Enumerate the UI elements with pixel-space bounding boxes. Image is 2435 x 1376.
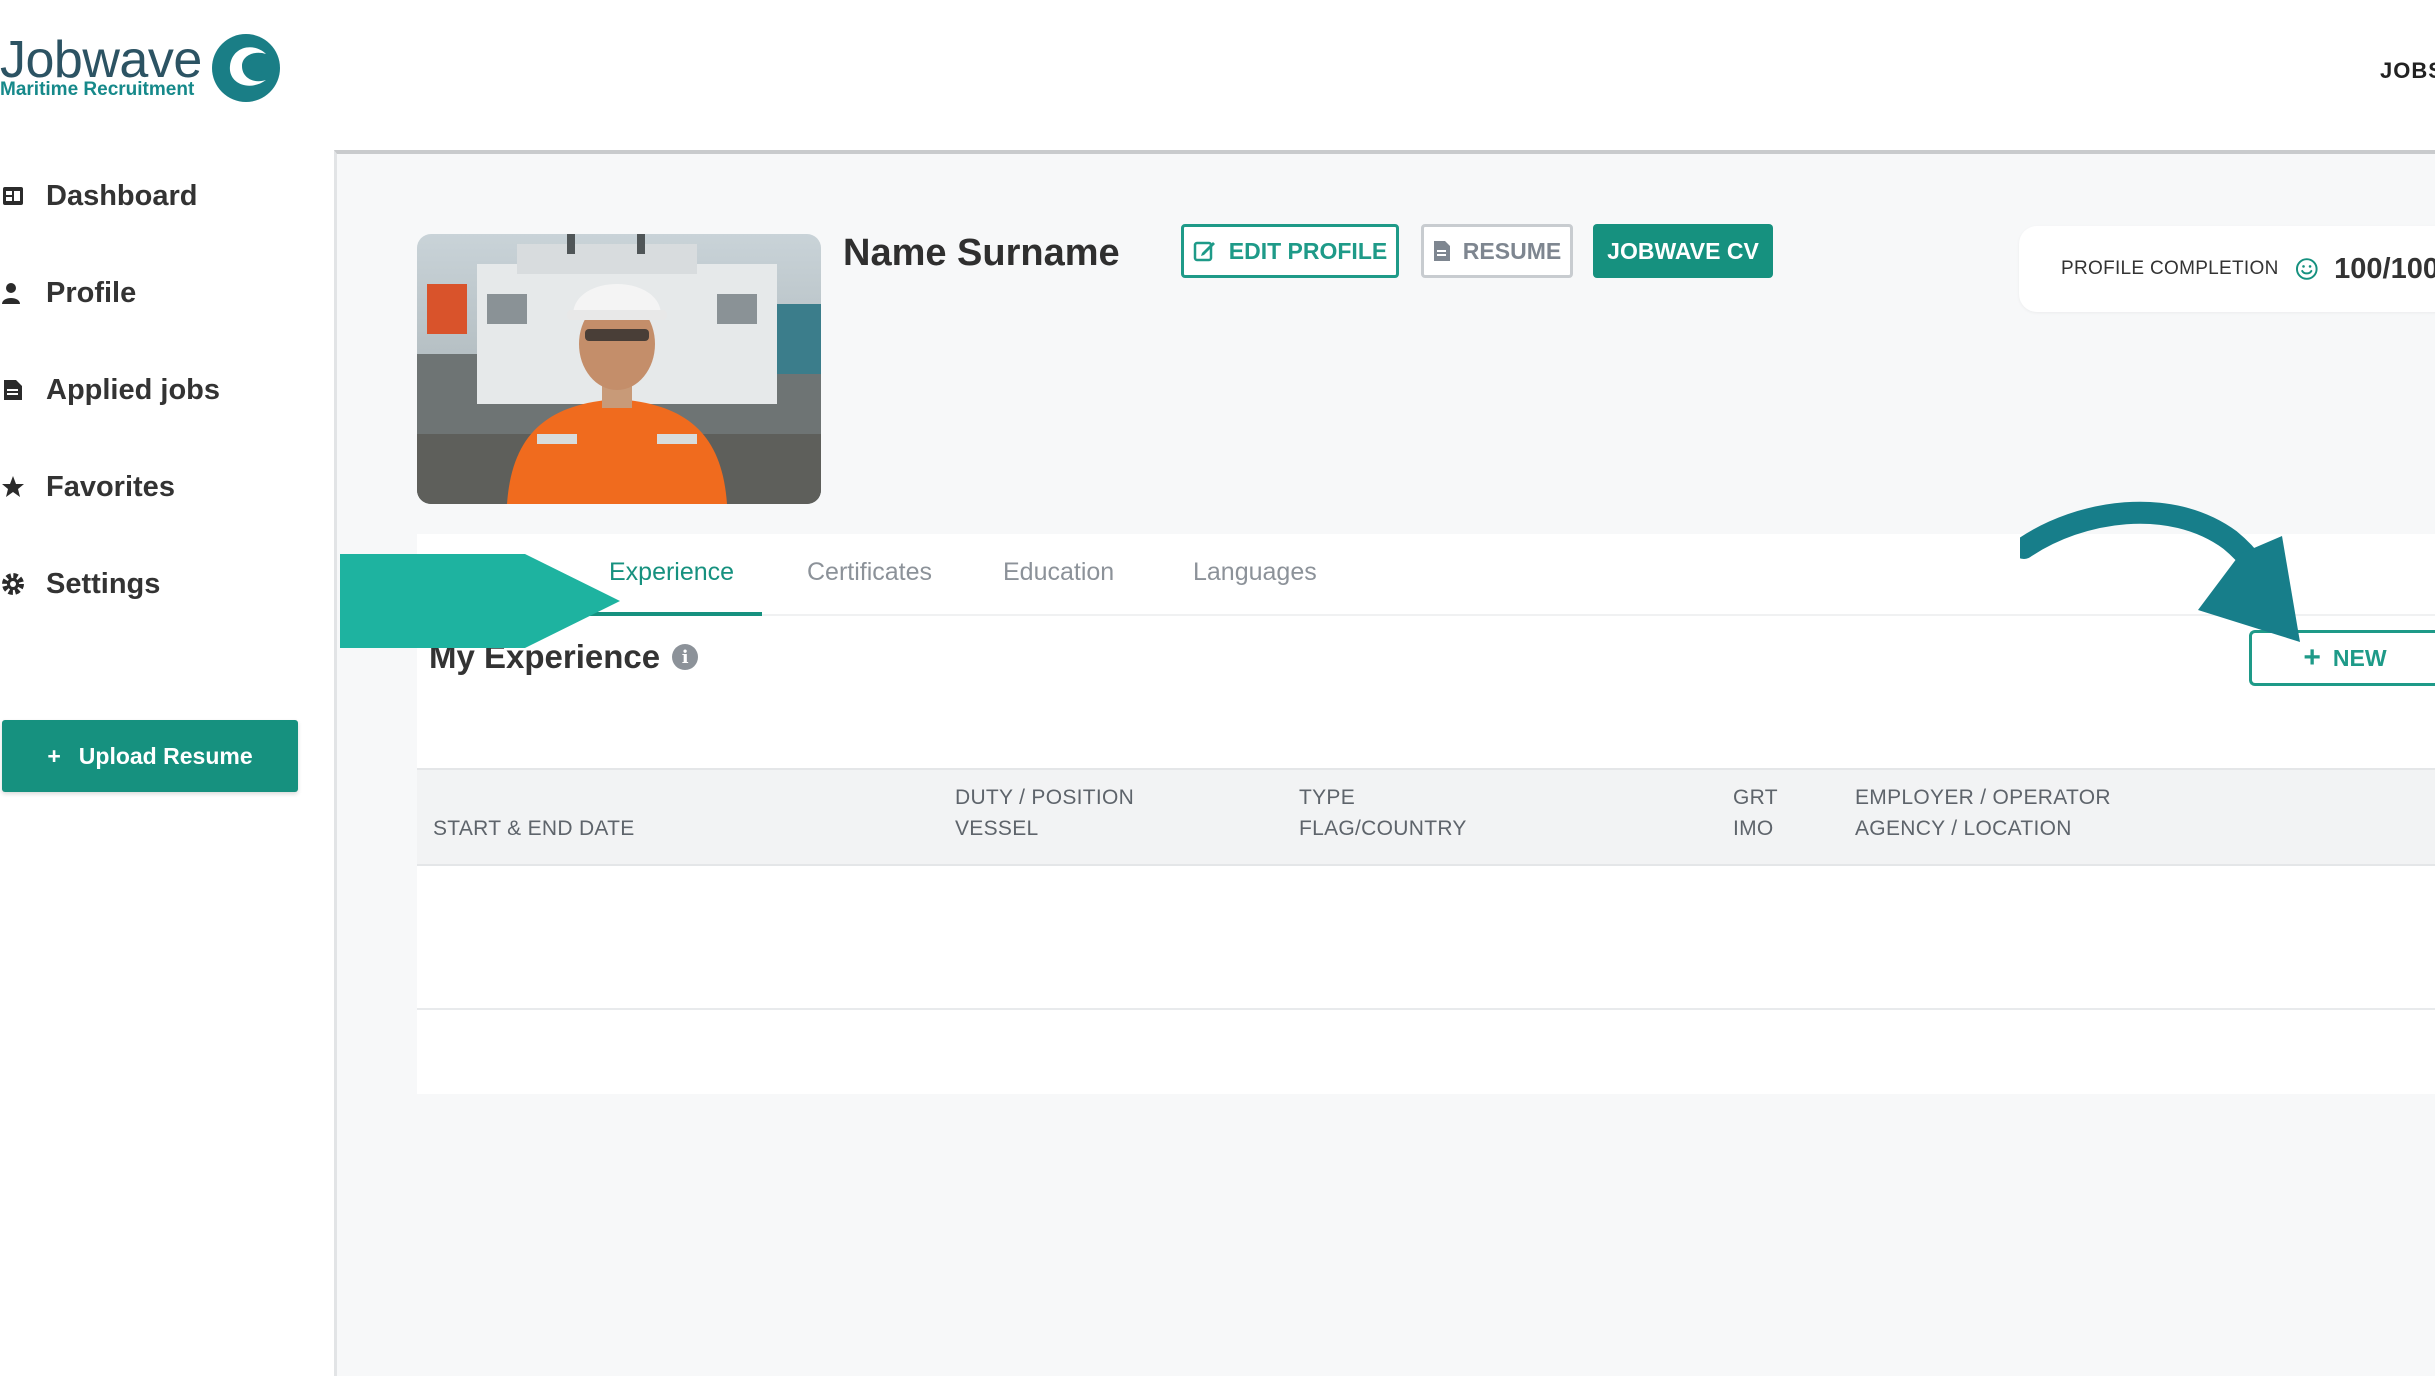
plus-icon: +: [47, 742, 61, 769]
sidebar-item-applied-jobs[interactable]: Applied jobs: [0, 360, 320, 420]
sidebar-item-profile[interactable]: Profile: [0, 263, 320, 323]
profile-completion-card: PROFILE COMPLETION 100/100: [2019, 226, 2435, 312]
column-header-position[interactable]: DUTY / POSITION VESSEL: [955, 782, 1134, 844]
edit-icon: [1193, 241, 1215, 262]
sidebar-item-label: Settings: [46, 567, 161, 600]
resume-button[interactable]: RESUME: [1421, 224, 1573, 278]
profile-photo[interactable]: [417, 234, 821, 504]
edit-profile-label: EDIT PROFILE: [1228, 237, 1388, 264]
document-icon: [0, 377, 26, 403]
upload-resume-label: Upload Resume: [78, 742, 253, 769]
smile-icon: [2295, 258, 2318, 280]
highlight-pointer-arrow: [340, 554, 620, 648]
sidebar-item-favorites[interactable]: Favorites: [0, 457, 320, 517]
tab-languages[interactable]: Languages: [1193, 558, 1317, 587]
resume-label: RESUME: [1462, 237, 1562, 264]
column-header-dates[interactable]: START & END DATE: [433, 782, 635, 844]
jobwave-cv-button[interactable]: JOBWAVE CV: [1593, 224, 1773, 278]
experience-table-row[interactable]: [417, 866, 2435, 1010]
profile-completion-value: 100/100: [2334, 252, 2435, 285]
upload-resume-button[interactable]: + Upload Resume: [2, 720, 298, 792]
gear-icon: [0, 571, 26, 597]
sidebar-item-label: Applied jobs: [46, 373, 220, 406]
jobwave-logo[interactable]: Jobwave Maritime Recruitment: [0, 30, 300, 110]
sidebar: Dashboard Profile Applied jobs Favorites…: [0, 150, 334, 1376]
app-header: Jobwave Maritime Recruitment JOBS: [0, 0, 2435, 150]
sidebar-item-label: Favorites: [46, 470, 175, 503]
logo-tagline: Maritime Recruitment: [0, 79, 195, 100]
tab-certificates[interactable]: Certificates: [807, 558, 932, 587]
tab-experience[interactable]: Experience: [609, 558, 734, 587]
sidebar-item-dashboard[interactable]: Dashboard: [0, 166, 320, 226]
dashboard-icon: [0, 183, 26, 209]
edit-profile-button[interactable]: EDIT PROFILE: [1181, 224, 1399, 278]
info-icon[interactable]: i: [672, 644, 699, 670]
tab-education[interactable]: Education: [1003, 558, 1114, 587]
sidebar-item-label: Profile: [46, 276, 137, 309]
sidebar-item-settings[interactable]: Settings: [0, 554, 320, 614]
wave-logo-icon: [212, 34, 280, 102]
profile-photo-image: [417, 234, 821, 504]
profile-name: Name Surname: [843, 232, 1120, 274]
experience-table-header: START & END DATE DUTY / POSITION VESSEL …: [417, 768, 2435, 866]
column-header-employer[interactable]: EMPLOYER / OPERATOR AGENCY / LOCATION: [1855, 782, 2111, 844]
profile-completion-label: PROFILE COMPLETION: [2061, 258, 2279, 279]
file-icon: [1433, 241, 1450, 261]
sidebar-item-label: Dashboard: [46, 179, 198, 212]
header-nav-jobs[interactable]: JOBS: [2380, 58, 2435, 84]
new-label: NEW: [2332, 644, 2387, 671]
user-icon: [0, 280, 26, 306]
star-icon: [0, 474, 26, 500]
jobwave-cv-label: JOBWAVE CV: [1607, 237, 1759, 264]
column-header-grt[interactable]: GRT IMO: [1733, 782, 1778, 844]
main-content: Name Surname EDIT PROFILE RESUME JOBWAVE…: [334, 150, 2435, 1376]
column-header-type[interactable]: TYPE FLAG/COUNTRY: [1299, 782, 1467, 844]
curved-arrow-annotation-icon: [2020, 501, 2300, 642]
